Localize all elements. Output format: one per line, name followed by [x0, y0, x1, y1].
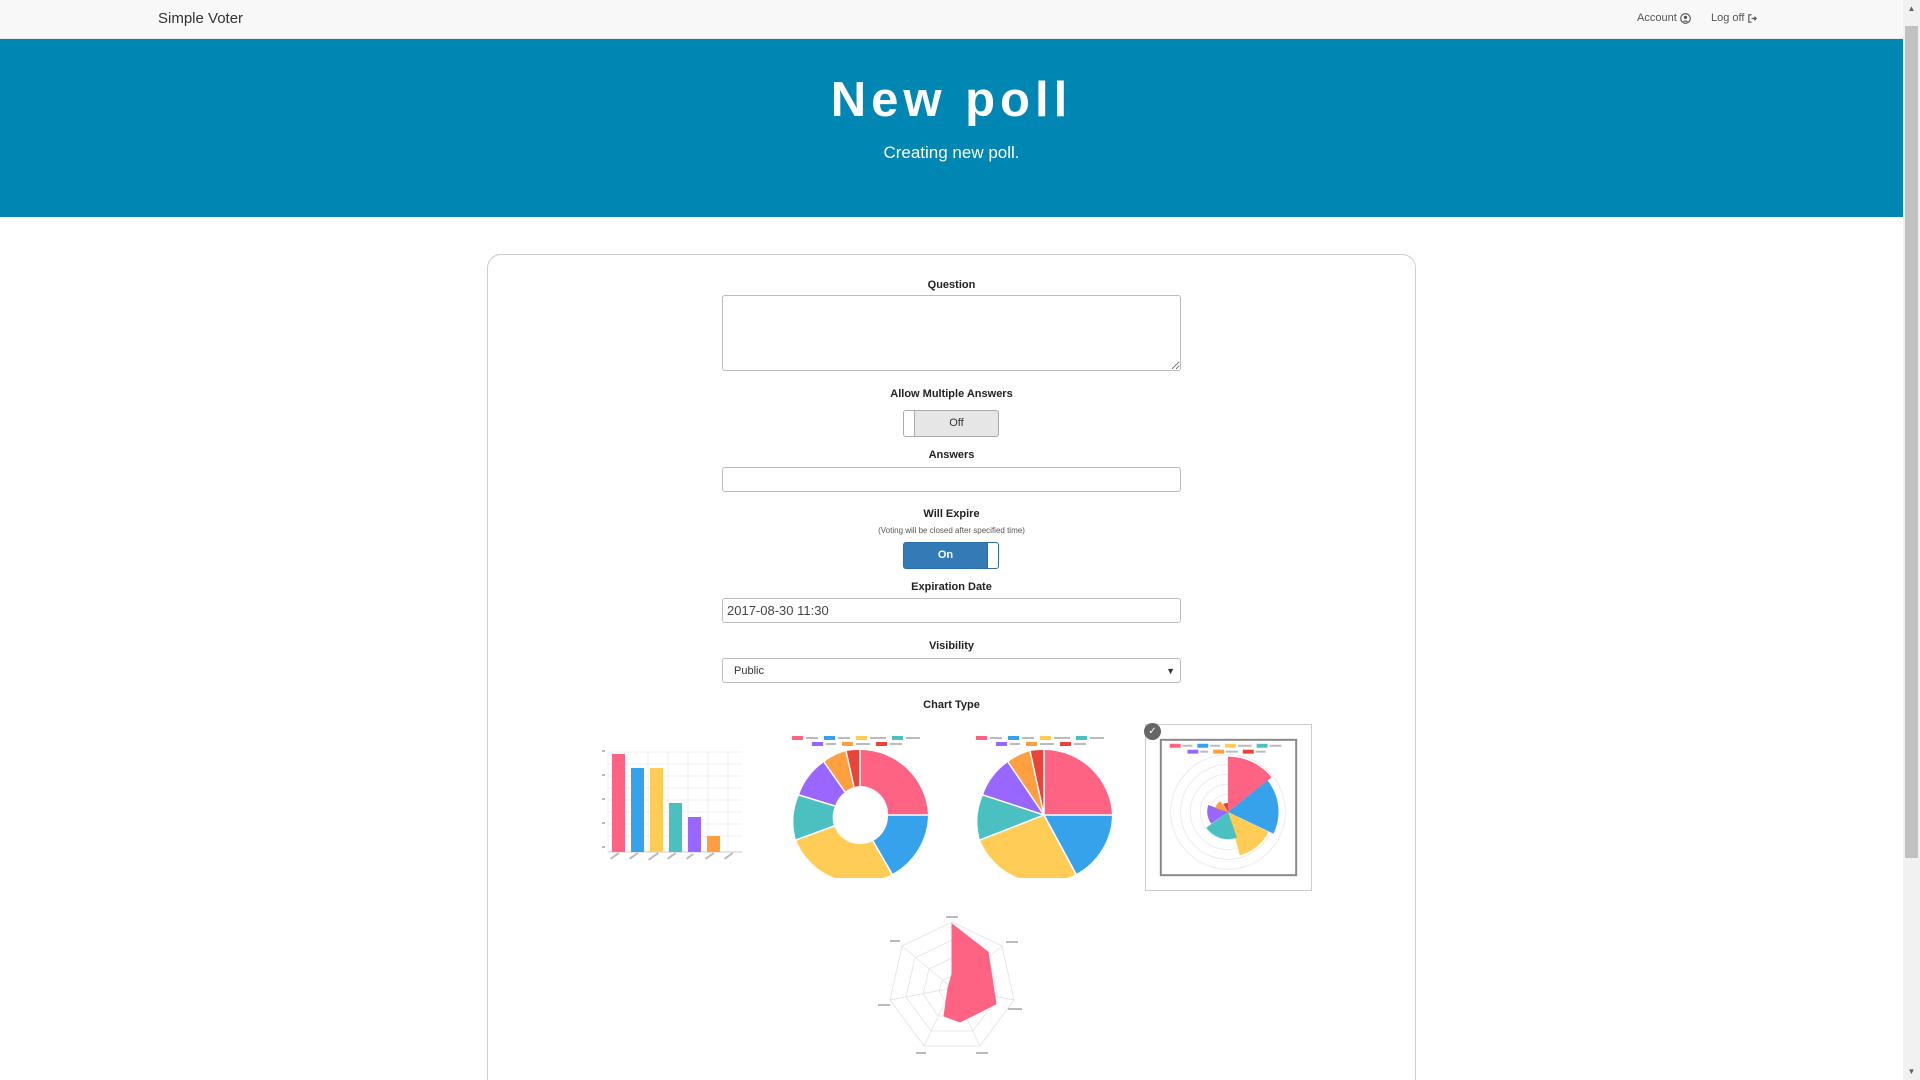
dropdown-caret-icon: ▼ [1166, 665, 1175, 676]
expiration-date-label: Expiration Date [911, 581, 992, 593]
account-link[interactable]: Account [1637, 12, 1691, 24]
question-textarea[interactable] [722, 295, 1181, 371]
scrollbar-thumb[interactable] [1905, 26, 1918, 858]
page-scrollbar[interactable]: ▲ ▼ [1903, 0, 1920, 1080]
doughnut-chart-thumbnail [792, 736, 928, 878]
scroll-up-arrow-icon[interactable]: ▲ [1903, 0, 1920, 17]
toggle-knob [904, 411, 915, 436]
bar-chart-thumbnail [602, 750, 742, 861]
page-subtitle: Creating new poll. [883, 143, 1020, 162]
chart-type-radar-option[interactable] [878, 912, 1026, 1060]
page-title: New poll [830, 73, 1073, 127]
toggle-knob [987, 543, 998, 568]
toggle-state-label: On [937, 549, 954, 561]
chart-type-pie-option[interactable] [970, 730, 1118, 878]
chart-type-doughnut-option[interactable] [786, 730, 934, 878]
logoff-label: Log off [1711, 12, 1745, 24]
pie-chart-thumbnail [976, 736, 1112, 878]
selected-check-icon: ✓ [1144, 723, 1161, 740]
account-label: Account [1637, 12, 1677, 24]
user-circle-icon [1679, 12, 1691, 24]
visibility-select[interactable]: Public ▼ [722, 658, 1181, 683]
will-expire-hint: (Voting will be closed after specified t… [878, 526, 1025, 535]
answers-input[interactable] [722, 467, 1181, 492]
will-expire-label: Will Expire [923, 508, 980, 520]
expiration-date-input[interactable] [722, 598, 1181, 623]
logout-icon [1748, 13, 1758, 23]
scroll-down-arrow-icon[interactable]: ▼ [1903, 1063, 1920, 1080]
answers-label: Answers [928, 449, 975, 461]
radar-chart-thumbnail [878, 916, 1022, 1054]
will-expire-toggle[interactable]: On [903, 542, 999, 569]
chart-type-polar-area-option[interactable]: ✓ [1144, 723, 1312, 891]
chart-type-label: Chart Type [923, 699, 980, 711]
multiple-answers-toggle[interactable]: Off [903, 410, 999, 437]
chart-type-bar-option[interactable] [598, 740, 746, 870]
page-header: New poll Creating new poll. [0, 39, 1903, 217]
question-label: Question [927, 279, 976, 291]
top-navbar: Simple Voter Account Log off [0, 0, 1903, 39]
multiple-answers-label: Allow Multiple Answers [890, 388, 1013, 400]
visibility-selected-value: Public [734, 664, 764, 677]
logoff-link[interactable]: Log off [1711, 12, 1758, 24]
visibility-label: Visibility [928, 640, 975, 652]
polar-area-chart-thumbnail [1159, 738, 1298, 877]
toggle-state-label: Off [949, 417, 964, 429]
brand-link[interactable]: Simple Voter [158, 10, 243, 27]
